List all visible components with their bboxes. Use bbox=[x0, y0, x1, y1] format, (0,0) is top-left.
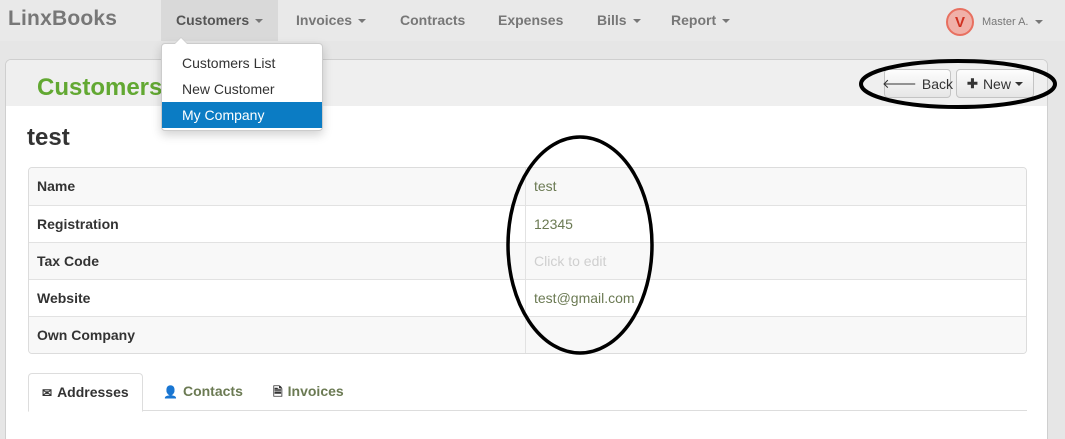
field-label: Own Company bbox=[29, 317, 526, 353]
nav-bills-label: Bills bbox=[597, 12, 627, 28]
nav-expenses-label: Expenses bbox=[498, 12, 564, 28]
new-button[interactable]: ✚ New bbox=[956, 69, 1034, 98]
avatar: V bbox=[946, 8, 974, 36]
nav-report[interactable]: Report bbox=[656, 0, 745, 41]
nav-contracts[interactable]: Contracts bbox=[385, 0, 480, 41]
tab-addresses-label: Addresses bbox=[57, 384, 129, 400]
page-title: Customers bbox=[37, 74, 163, 101]
user-icon: 👤 bbox=[163, 385, 178, 399]
record-title: test bbox=[27, 124, 70, 151]
registration-value[interactable]: 12345 bbox=[526, 206, 1026, 242]
new-button-label: New bbox=[982, 75, 1011, 92]
top-navbar: LinxBooks Customers Invoices Contracts E… bbox=[0, 0, 1065, 41]
tax-code-value[interactable]: Click to edit bbox=[526, 243, 1026, 279]
user-name: Master A. bbox=[982, 16, 1029, 28]
tab-contacts[interactable]: 👤 Contacts bbox=[150, 373, 256, 411]
file-icon: 🗎 bbox=[273, 385, 283, 399]
table-row: Name test bbox=[29, 168, 1026, 205]
tab-addresses[interactable]: ✉ Addresses bbox=[28, 373, 143, 412]
detail-tabs: ✉ Addresses 👤 Contacts 🗎 Invoices bbox=[28, 373, 1027, 412]
table-row: Registration 12345 bbox=[29, 205, 1026, 242]
menu-item-my-company[interactable]: My Company bbox=[162, 102, 322, 128]
nav-bills[interactable]: Bills bbox=[582, 0, 656, 41]
chevron-down-icon bbox=[1014, 81, 1023, 86]
avatar-letter: V bbox=[954, 13, 965, 31]
tab-contacts-label: Contacts bbox=[182, 383, 243, 399]
field-label: Registration bbox=[29, 206, 526, 242]
tab-invoices[interactable]: 🗎 Invoices bbox=[260, 373, 357, 411]
back-button-label: Back bbox=[921, 75, 953, 92]
nav-invoices-label: Invoices bbox=[296, 12, 353, 28]
menu-item-new-customer[interactable]: New Customer bbox=[162, 76, 322, 102]
name-value[interactable]: test bbox=[526, 168, 1026, 205]
website-value[interactable]: test@gmail.com bbox=[526, 280, 1026, 316]
nav-invoices[interactable]: Invoices bbox=[281, 0, 381, 41]
nav-customers[interactable]: Customers bbox=[161, 0, 279, 41]
field-label: Website bbox=[29, 280, 526, 316]
nav-expenses[interactable]: Expenses bbox=[483, 0, 578, 41]
chevron-down-icon bbox=[1035, 20, 1044, 24]
chevron-down-icon bbox=[358, 19, 367, 24]
user-menu[interactable]: V Master A. bbox=[946, 8, 1044, 36]
table-row: Website test@gmail.com bbox=[29, 279, 1026, 316]
brand-logo[interactable]: LinxBooks bbox=[8, 7, 117, 31]
plus-icon: ✚ bbox=[967, 75, 978, 91]
nav-report-label: Report bbox=[671, 12, 717, 28]
table-row: Tax Code Click to edit bbox=[29, 242, 1026, 279]
field-label: Tax Code bbox=[29, 243, 526, 279]
menu-item-customers-list[interactable]: Customers List bbox=[162, 50, 322, 76]
nav-customers-label: Customers bbox=[176, 12, 250, 28]
chevron-down-icon bbox=[255, 19, 264, 24]
customers-dropdown-menu: Customers List New Customer My Company bbox=[161, 37, 323, 131]
nav-contracts-label: Contracts bbox=[400, 12, 466, 28]
chevron-down-icon bbox=[722, 19, 731, 24]
chevron-down-icon bbox=[632, 19, 641, 24]
detail-table: Name test Registration 12345 Tax Code Cl… bbox=[28, 167, 1027, 354]
arrow-left-icon: 🡐 bbox=[882, 75, 917, 91]
back-button[interactable]: 🡐 Back bbox=[882, 69, 953, 98]
field-label: Name bbox=[29, 168, 526, 205]
tab-invoices-label: Invoices bbox=[287, 383, 344, 399]
own-company-value[interactable] bbox=[526, 317, 1026, 353]
table-row: Own Company bbox=[29, 316, 1026, 353]
envelope-icon: ✉ bbox=[42, 386, 53, 400]
